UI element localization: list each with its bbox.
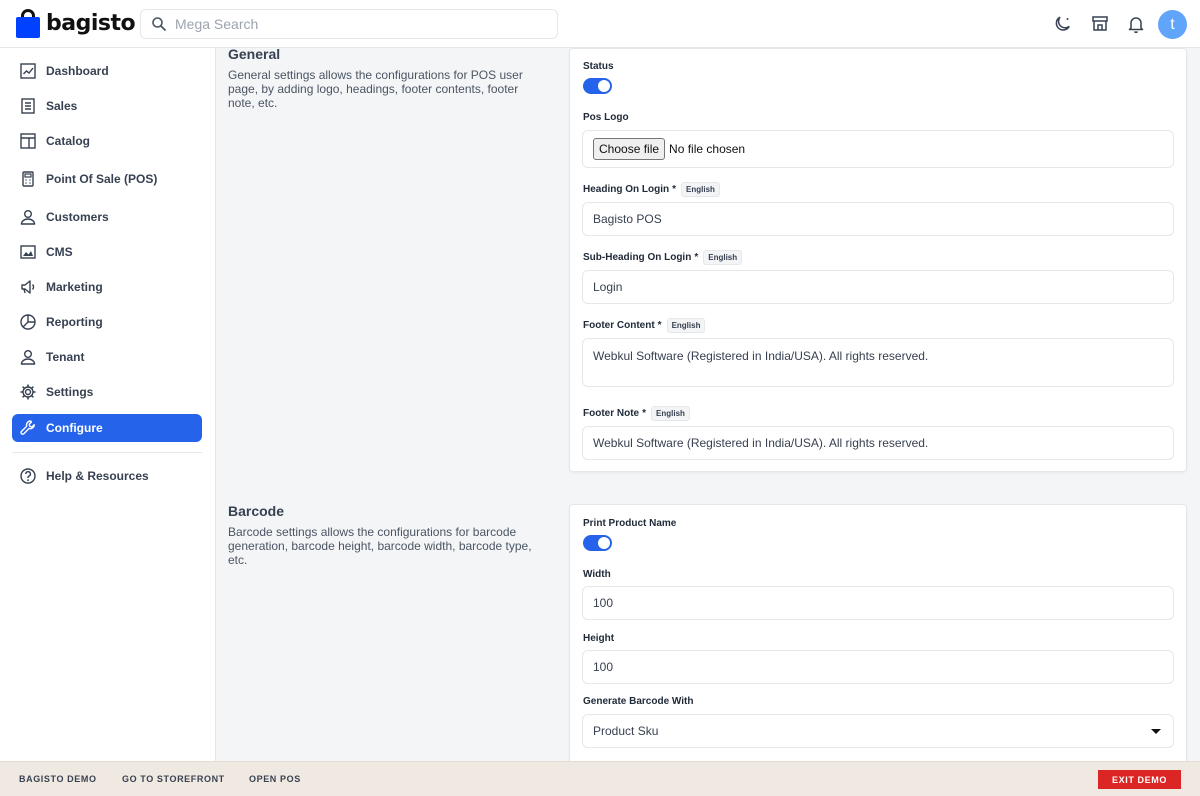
- footer-content-label: Footer Content * English: [583, 318, 706, 333]
- footer-note-input[interactable]: Webkul Software (Registered in India/USA…: [582, 426, 1174, 460]
- storefront-icon[interactable]: [1088, 12, 1112, 36]
- sidebar-item-label: Customers: [46, 210, 109, 224]
- locale-badge: English: [681, 182, 720, 197]
- footer-note-label: Footer Note * English: [583, 406, 690, 421]
- reporting-icon: [18, 312, 38, 332]
- heading-on-login-input[interactable]: Bagisto POS: [582, 202, 1174, 236]
- sidebar-item-label: Sales: [46, 99, 78, 113]
- sidebar-item-label: Settings: [46, 385, 94, 399]
- sidebar-item-help[interactable]: Help & Resources: [12, 462, 202, 490]
- sidebar-item-catalog[interactable]: Catalog: [12, 127, 202, 155]
- pos-icon: [18, 169, 38, 189]
- dashboard-icon: [18, 61, 38, 81]
- sidebar-item-label: Catalog: [46, 134, 91, 148]
- notification-bell-icon[interactable]: [1124, 12, 1148, 36]
- top-header: bagisto t: [0, 0, 1200, 48]
- sidebar-divider: [12, 452, 202, 453]
- sales-icon: [18, 96, 38, 116]
- file-status-text: No file chosen: [669, 142, 746, 156]
- sidebar-item-customers[interactable]: Customers: [12, 203, 202, 231]
- barcode-settings-card: Print Product Name Width 100 Height 100 …: [569, 504, 1187, 774]
- exit-demo-button[interactable]: EXIT DEMO: [1098, 770, 1181, 789]
- width-label: Width: [583, 569, 611, 580]
- sidebar-item-label: Marketing: [46, 280, 103, 294]
- tenant-icon: [18, 347, 38, 367]
- sidebar-item-label: Dashboard: [46, 64, 109, 78]
- go-to-storefront-link[interactable]: GO TO STOREFRONT: [122, 774, 225, 784]
- sidebar-item-dashboard[interactable]: Dashboard: [12, 57, 202, 85]
- locale-badge: English: [666, 318, 706, 333]
- bagisto-demo-link[interactable]: BAGISTO DEMO: [19, 774, 97, 784]
- heading-on-login-label: Heading On Login * English: [583, 182, 720, 197]
- height-label: Height: [583, 633, 615, 644]
- pos-logo-file-input[interactable]: Choose file No file chosen: [582, 130, 1174, 168]
- print-product-name-toggle[interactable]: [583, 535, 612, 551]
- bagisto-logo[interactable]: bagisto: [16, 8, 136, 38]
- sub-heading-on-login-input[interactable]: Login: [582, 270, 1174, 304]
- sidebar-item-label: Help & Resources: [46, 469, 149, 483]
- search-input[interactable]: [175, 16, 535, 32]
- sidebar-item-label: Configure: [46, 421, 103, 435]
- help-icon: [18, 466, 38, 486]
- footer-content-textarea[interactable]: Webkul Software (Registered in India/USA…: [582, 338, 1174, 387]
- choose-file-button[interactable]: Choose file: [593, 138, 666, 160]
- dark-mode-icon[interactable]: [1051, 12, 1075, 36]
- sidebar-item-sales[interactable]: Sales: [12, 92, 202, 120]
- sub-heading-on-login-label: Sub-Heading On Login * English: [583, 250, 743, 265]
- search-icon: [152, 17, 166, 31]
- generate-barcode-with-select[interactable]: Product Sku: [582, 714, 1174, 748]
- pos-logo-label: Pos Logo: [583, 112, 629, 123]
- sidebar-item-tenant[interactable]: Tenant: [12, 343, 202, 371]
- generate-barcode-with-label: Generate Barcode With: [583, 696, 694, 707]
- settings-icon: [18, 382, 38, 402]
- status-label: Status: [583, 61, 614, 72]
- height-input[interactable]: 100: [582, 650, 1174, 684]
- sidebar-item-marketing[interactable]: Marketing: [12, 273, 202, 301]
- locale-badge: English: [703, 250, 743, 265]
- cms-icon: [18, 242, 38, 262]
- customers-icon: [18, 207, 38, 227]
- sidebar-item-label: Point Of Sale (POS): [46, 172, 158, 186]
- sidebar-item-label: Tenant: [46, 350, 85, 364]
- logo-text: bagisto: [46, 10, 136, 36]
- catalog-icon: [18, 131, 38, 151]
- user-avatar[interactable]: t: [1158, 10, 1187, 39]
- mega-search[interactable]: [140, 9, 558, 39]
- chevron-down-icon: [1151, 729, 1161, 734]
- main-content: General General settings allows the conf…: [216, 46, 1200, 774]
- general-settings-card: Status Pos Logo Choose file No file chos…: [569, 48, 1187, 472]
- marketing-icon: [18, 277, 38, 297]
- sidebar-item-label: CMS: [46, 245, 73, 259]
- select-value: Product Sku: [593, 724, 659, 738]
- general-section-description: General settings allows the configuratio…: [228, 68, 523, 110]
- demo-footer-bar: BAGISTO DEMO GO TO STOREFRONT OPEN POS E…: [0, 761, 1200, 796]
- bag-logo-icon: [16, 8, 40, 38]
- sidebar-item-reporting[interactable]: Reporting: [12, 308, 202, 336]
- configure-icon: [18, 418, 38, 438]
- sidebar-item-configure[interactable]: Configure: [12, 414, 202, 442]
- locale-badge: English: [651, 406, 690, 421]
- sidebar: Dashboard Sales Catalog Point Of Sale (P…: [0, 48, 216, 761]
- status-toggle[interactable]: [583, 78, 612, 94]
- barcode-section-description: Barcode settings allows the configuratio…: [228, 525, 532, 567]
- open-pos-link[interactable]: OPEN POS: [249, 774, 301, 784]
- sidebar-item-settings[interactable]: Settings: [12, 378, 202, 406]
- sidebar-item-cms[interactable]: CMS: [12, 238, 202, 266]
- general-section-title: General: [228, 46, 281, 62]
- sidebar-item-pos[interactable]: Point Of Sale (POS): [12, 165, 202, 193]
- sidebar-item-label: Reporting: [46, 315, 103, 329]
- print-product-name-label: Print Product Name: [583, 518, 677, 529]
- barcode-section-title: Barcode: [228, 503, 285, 519]
- width-input[interactable]: 100: [582, 586, 1174, 620]
